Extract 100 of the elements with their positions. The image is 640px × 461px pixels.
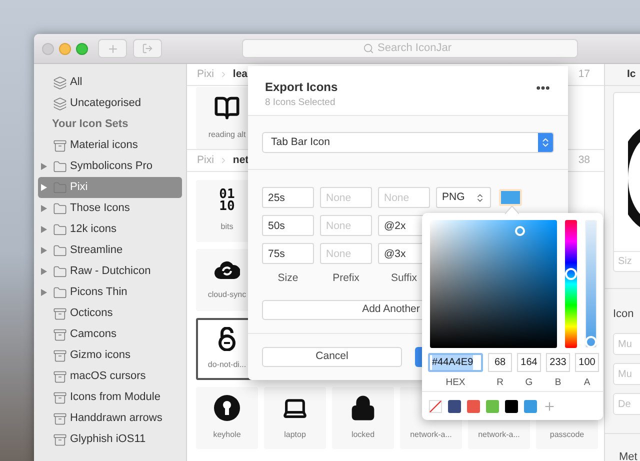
column-label: Size: [276, 271, 300, 286]
breadcrumb-item[interactable]: lea: [232, 66, 248, 82]
sidebar-item[interactable]: macOS cursors: [38, 366, 182, 387]
sidebar-item[interactable]: Material icons: [38, 135, 182, 156]
field-label: HEX: [446, 376, 466, 390]
sidebar-item[interactable]: Camcons: [38, 324, 182, 345]
icon-label: laptop: [284, 429, 306, 441]
icon-label: locked: [351, 429, 375, 441]
minimize-button[interactable]: [59, 42, 71, 54]
search-input[interactable]: Search IconJar: [378, 40, 458, 57]
size-field[interactable]: 50s: [262, 215, 314, 236]
sidebar-item[interactable]: Gizmo icons: [38, 345, 182, 366]
color-swatch[interactable]: [448, 400, 461, 412]
folder-icon: [53, 160, 67, 174]
export-button[interactable]: [133, 39, 162, 58]
color-swatch[interactable]: [505, 400, 518, 412]
section-label: Met: [619, 451, 638, 461]
sidebar-label: Uncategorised: [70, 96, 141, 112]
sidebar-item[interactable]: Glyphish iOS11: [38, 429, 182, 450]
disclosure-triangle-icon[interactable]: [41, 205, 47, 212]
close-button[interactable]: [42, 42, 54, 54]
disclosure-triangle-icon[interactable]: [41, 268, 47, 275]
preset-select[interactable]: Tab Bar Icon: [262, 132, 554, 153]
text-field[interactable]: De: [613, 393, 640, 415]
cancel-button[interactable]: Cancel: [262, 347, 402, 367]
prefix-field[interactable]: None: [320, 243, 372, 264]
sidebar-label: Handdrawn arrows: [70, 411, 162, 426]
sidebar-item[interactable]: Picons Thin: [38, 282, 182, 303]
suffix-field[interactable]: None: [378, 187, 430, 208]
archive-icon: [53, 138, 67, 152]
sidebar-item[interactable]: Uncategorised: [38, 93, 182, 114]
field-label: A: [584, 376, 590, 390]
sidebar-label: Pixi: [70, 180, 88, 196]
icon-tile[interactable]: keyhole: [196, 387, 258, 449]
disclosure-triangle-icon[interactable]: [41, 163, 47, 170]
archive-icon: [53, 412, 67, 426]
sidebar-label: Camcons: [70, 327, 116, 342]
sidebar-item[interactable]: Those Icons: [38, 198, 182, 219]
size-field[interactable]: 25s: [262, 187, 314, 208]
format-select[interactable]: PNG: [436, 187, 491, 208]
zoom-button[interactable]: [76, 42, 88, 54]
folder-icon: [53, 264, 67, 278]
icon-tile[interactable]: laptop: [264, 387, 326, 449]
sidebar-item[interactable]: Raw - Dutchicon: [38, 261, 182, 282]
archive-icon: [53, 390, 67, 404]
sidebar-item[interactable]: Symbolicons Pro: [38, 156, 182, 177]
sidebar-label: Material icons: [70, 138, 138, 154]
hex-field[interactable]: #44A4E9: [428, 353, 483, 372]
hue-slider-thumb[interactable]: [565, 268, 577, 280]
search-field[interactable]: Search IconJar: [242, 39, 578, 58]
alpha-slider-thumb[interactable]: [585, 336, 597, 348]
color-well[interactable]: [499, 189, 522, 206]
archive-icon: [53, 306, 67, 320]
sidebar-label: All: [70, 75, 82, 90]
icon-label: do-not-di...: [208, 359, 246, 371]
sidebar-item[interactable]: Streamline: [38, 240, 182, 261]
text-field[interactable]: Mu: [613, 333, 640, 355]
sidebar-item[interactable]: Octicons: [38, 303, 182, 324]
size-field[interactable]: Siz: [614, 251, 640, 271]
book-icon: [214, 95, 240, 121]
no-color-swatch[interactable]: [429, 400, 442, 412]
exit-icon: [142, 43, 153, 54]
disclosure-triangle-icon[interactable]: [41, 226, 47, 233]
cloud-sync-icon: [214, 259, 240, 281]
size-field[interactable]: 75s: [262, 243, 314, 264]
lock-icon: [350, 395, 376, 421]
sidebar-item[interactable]: Icons from Module: [38, 387, 182, 408]
field-label: R: [496, 376, 504, 390]
folder-icon: [53, 244, 67, 258]
stack-icon: [53, 76, 67, 90]
color-field-handle[interactable]: [514, 226, 525, 236]
breadcrumb-item[interactable]: net: [232, 152, 249, 168]
inspector-title: Ic: [627, 66, 636, 82]
channel-field[interactable]: 164: [517, 353, 541, 372]
disclosure-triangle-icon[interactable]: [41, 184, 47, 191]
channel-field[interactable]: 233: [546, 353, 570, 372]
add-swatch-icon[interactable]: [543, 400, 556, 412]
stack-icon: [53, 96, 67, 110]
icon-tile[interactable]: locked: [332, 387, 394, 449]
icon-label: passcode: [550, 429, 584, 441]
sidebar-label: Gizmo icons: [70, 348, 131, 364]
sidebar-item[interactable]: All: [38, 72, 182, 93]
channel-field[interactable]: 100: [575, 353, 599, 372]
disclosure-triangle-icon[interactable]: [41, 247, 47, 254]
field-label: B: [554, 376, 562, 390]
color-swatch[interactable]: [467, 400, 480, 412]
color-field[interactable]: [430, 220, 557, 348]
channel-field[interactable]: 68: [488, 353, 512, 372]
folder-icon: [53, 286, 67, 300]
color-swatch[interactable]: [486, 400, 499, 412]
prefix-field[interactable]: None: [320, 187, 372, 208]
sidebar-item[interactable]: 12k icons: [38, 219, 182, 240]
sidebar-item[interactable]: Handdrawn arrows: [38, 408, 182, 429]
text-field[interactable]: Mu: [613, 363, 640, 385]
add-button[interactable]: [98, 39, 127, 58]
color-swatch[interactable]: [524, 400, 537, 412]
disclosure-triangle-icon[interactable]: [41, 289, 47, 296]
stepper-icon: [475, 192, 485, 202]
prefix-field[interactable]: None: [320, 215, 372, 236]
hue-slider[interactable]: [565, 220, 577, 348]
